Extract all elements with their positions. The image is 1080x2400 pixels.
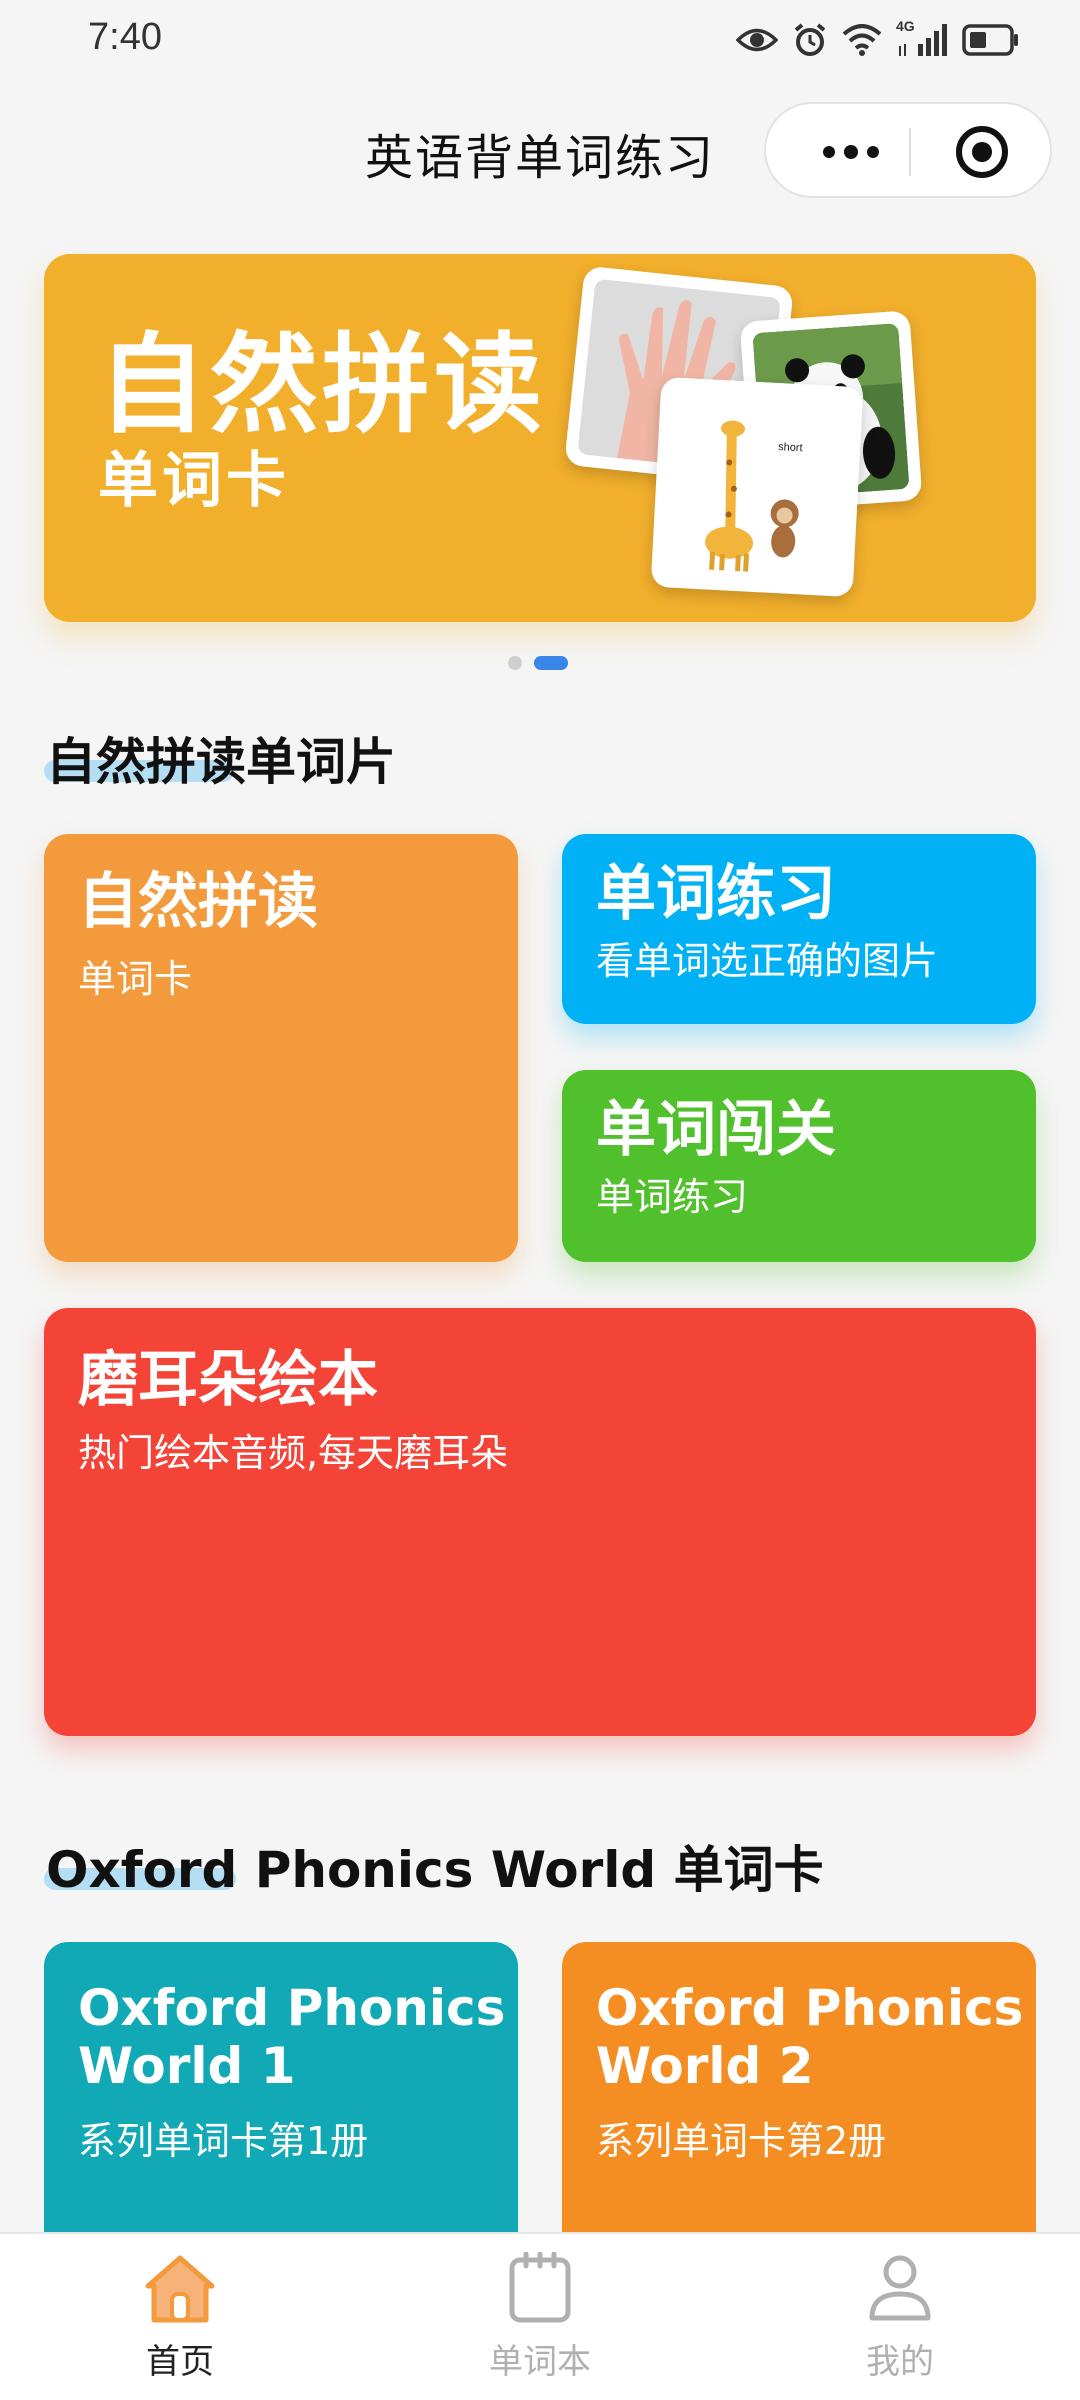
card-opw1-title-line1: Oxford Phonics — [78, 1979, 506, 2037]
banner-subtitle: 单词卡 — [98, 446, 290, 516]
tab-profile[interactable]: 我的 — [800, 2252, 1000, 2383]
card-opw1-title: Oxford Phonics World 1 — [78, 1979, 506, 2095]
card-phonics-title: 自然拼读 — [78, 867, 318, 937]
card-word-practice-title: 单词练习 — [596, 859, 836, 929]
banner-slide[interactable]: 自然拼读 单词卡 short — [44, 254, 1036, 622]
card-opw1-title-line2: World 1 — [78, 2036, 296, 2095]
photo-card-caption: short — [777, 441, 803, 455]
banner-title: 自然拼读 — [98, 323, 547, 448]
section-title-phonics: 自然拼读单词片 — [46, 733, 396, 791]
status-time: 7:40 — [88, 16, 162, 58]
notebook-icon — [509, 2252, 571, 2323]
card-oxford-phonics-world-1[interactable]: Oxford Phonics World 1 系列单词卡第1册 — [44, 1942, 518, 2262]
card-opw2-title: Oxford Phonics World 2 — [596, 1979, 1024, 2095]
tab-profile-label: 我的 — [866, 2342, 934, 2382]
card-word-practice[interactable]: 单词练习 看单词选正确的图片 — [562, 834, 1036, 1024]
more-button[interactable] — [806, 124, 896, 180]
tab-home-label: 首页 — [146, 2342, 214, 2382]
card-opw2-subtitle: 系列单词卡第2册 — [596, 2119, 887, 2163]
signal-indicator: 4G — [896, 18, 948, 58]
section-title-oxford: Oxford Phonics World 单词卡 — [46, 1841, 824, 1899]
card-word-challenge-subtitle: 单词练习 — [596, 1175, 749, 1219]
home-icon — [145, 2255, 215, 2323]
giraffe-image — [663, 389, 851, 585]
carousel-indicator — [508, 656, 568, 670]
battery-icon — [962, 24, 1018, 56]
card-phonics[interactable]: 自然拼读 单词卡 — [44, 834, 518, 1262]
signal-icon — [899, 24, 947, 56]
card-word-challenge[interactable]: 单词闯关 单词练习 — [562, 1070, 1036, 1262]
close-miniprogram-button[interactable] — [952, 124, 1012, 180]
card-picture-book-subtitle: 热门绘本音频,每天磨耳朵 — [78, 1431, 509, 1475]
alarm-icon — [794, 23, 826, 56]
carousel-dot[interactable] — [508, 656, 522, 670]
card-word-challenge-title: 单词闯关 — [596, 1095, 836, 1165]
card-picture-book[interactable]: 磨耳朵绘本 热门绘本音频,每天磨耳朵 — [44, 1308, 1036, 1736]
miniprogram-capsule — [764, 102, 1052, 198]
card-opw1-subtitle: 系列单词卡第1册 — [78, 2119, 369, 2163]
status-bar: 7:40 4G — [0, 0, 1080, 80]
card-word-practice-subtitle: 看单词选正确的图片 — [596, 939, 939, 983]
eye-icon — [736, 28, 778, 52]
status-icons: 4G — [736, 18, 1020, 62]
target-icon — [956, 126, 1008, 178]
user-icon — [869, 2255, 931, 2321]
carousel-dot-active[interactable] — [534, 656, 568, 670]
card-oxford-phonics-world-2[interactable]: Oxford Phonics World 2 系列单词卡第2册 — [562, 1942, 1036, 2262]
tab-home[interactable]: 首页 — [80, 2252, 280, 2383]
tab-notebook-label: 单词本 — [489, 2342, 591, 2382]
card-opw2-title-line2: World 2 — [596, 2036, 814, 2095]
card-phonics-subtitle: 单词卡 — [78, 957, 193, 1001]
more-icon — [823, 145, 879, 159]
bottom-tab-bar: 首页 单词本 我的 — [0, 2232, 1080, 2400]
card-picture-book-title: 磨耳朵绘本 — [78, 1345, 378, 1415]
tab-notebook[interactable]: 单词本 — [440, 2252, 640, 2383]
giraffe-photo-card: short — [650, 376, 864, 598]
card-opw2-title-line1: Oxford Phonics — [596, 1979, 1024, 2037]
wifi-icon — [842, 24, 882, 56]
capsule-divider — [909, 128, 911, 176]
